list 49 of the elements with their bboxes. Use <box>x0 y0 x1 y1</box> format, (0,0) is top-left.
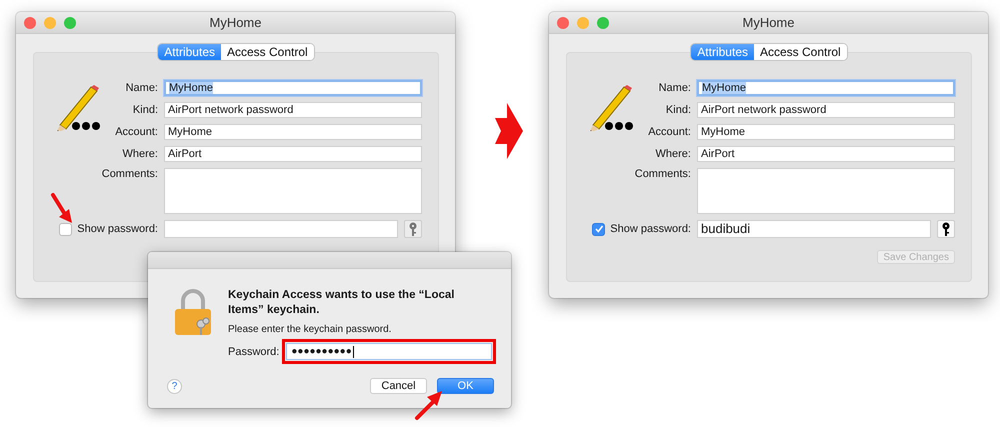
text-field[interactable]: MyHome <box>164 124 422 140</box>
text-field[interactable]: AirPort network password <box>164 102 422 118</box>
field-label: Account: <box>648 126 691 138</box>
checkbox-label: Show password: <box>77 223 158 235</box>
text-field[interactable]: MyHome <box>697 80 955 96</box>
window-title: MyHome <box>209 15 262 30</box>
field-label: Where: <box>122 148 158 160</box>
zoom-button[interactable] <box>597 17 609 29</box>
text-field[interactable]: MyHome <box>697 124 955 140</box>
field-label: Kind: <box>666 104 691 116</box>
zoom-button[interactable] <box>64 17 76 29</box>
password-field[interactable]: ●●●●●●●●●● <box>286 343 492 360</box>
comments-field[interactable] <box>164 168 422 214</box>
field-label: Where: <box>656 148 691 160</box>
field-label: Password: <box>228 346 280 358</box>
minimize-button[interactable] <box>44 17 56 29</box>
key-icon <box>940 221 952 237</box>
key-icon <box>407 221 419 237</box>
field-label: Kind: <box>132 104 158 116</box>
text-field[interactable]: MyHome <box>164 80 422 96</box>
comments-field[interactable] <box>697 168 955 214</box>
field-label: Name: <box>126 82 158 94</box>
password-field[interactable]: budibudi <box>697 220 931 238</box>
help-button[interactable]: ? <box>167 378 182 394</box>
pointer-arrow-icon <box>50 192 74 225</box>
close-button[interactable] <box>24 17 36 29</box>
field-label: Name: <box>658 82 691 94</box>
checkbox[interactable] <box>59 222 72 236</box>
lock-icon <box>173 288 213 336</box>
right-arrow-icon <box>495 103 523 159</box>
key-button[interactable] <box>937 220 955 238</box>
checkbox-label: Show password: <box>610 223 691 235</box>
pencil-icon <box>54 85 100 131</box>
pencil-icon <box>587 85 633 131</box>
text-field[interactable]: AirPort <box>697 146 955 162</box>
dialog-button[interactable]: Cancel <box>370 378 427 394</box>
checkbox[interactable] <box>592 222 606 236</box>
field-label: Comments: <box>634 168 691 180</box>
password-field[interactable] <box>164 220 398 238</box>
dialog-prompt: Please enter the keychain password. <box>228 324 392 335</box>
minimize-button[interactable] <box>577 17 589 29</box>
pointer-arrow-icon <box>414 388 444 421</box>
field-label: Account: <box>115 126 158 138</box>
text-field[interactable]: AirPort network password <box>697 102 955 118</box>
dialog-message: Keychain Access wants to use the “Local Items” keychain. <box>228 288 456 318</box>
window-title: MyHome <box>742 15 794 30</box>
field-label: Comments: <box>102 168 158 180</box>
text-field[interactable]: AirPort <box>164 146 422 162</box>
close-button[interactable] <box>557 17 569 29</box>
